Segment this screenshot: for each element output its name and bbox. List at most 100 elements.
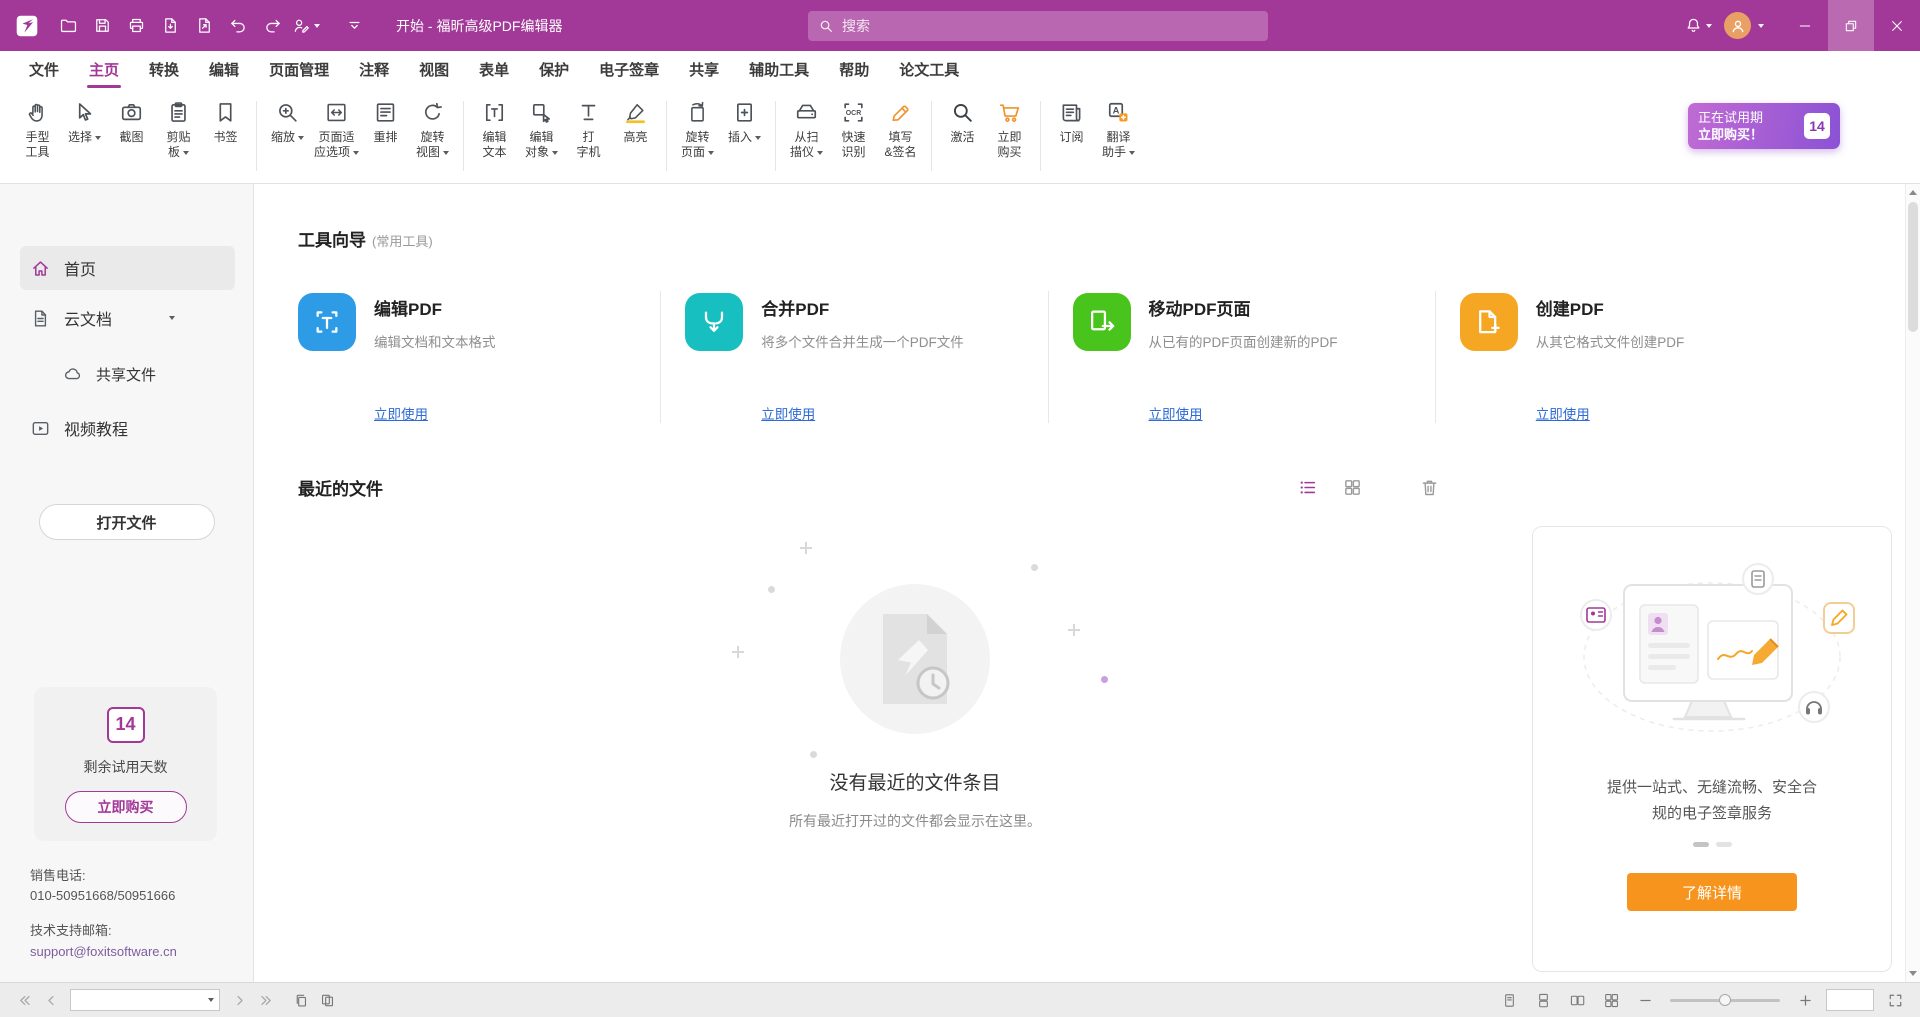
list-view-icon[interactable] — [1297, 477, 1318, 498]
fill-sign-button[interactable]: 填写 &签名 — [877, 95, 924, 183]
rotate-pages-button[interactable]: 旋转 页面 — [674, 95, 721, 183]
zoom-out-button[interactable] — [1632, 987, 1658, 1013]
menu-page-management[interactable]: 页面管理 — [254, 51, 344, 88]
carousel-dot[interactable] — [1716, 842, 1732, 847]
scrollbar-thumb[interactable] — [1908, 202, 1918, 332]
menu-protect[interactable]: 保护 — [524, 51, 584, 88]
tool-card-merge-pdf[interactable]: 合并PDF 将多个文件合并生成一个PDF文件 立即使用 — [660, 291, 1047, 423]
use-now-link[interactable]: 立即使用 — [1149, 373, 1338, 423]
menu-paper-tools[interactable]: 论文工具 — [884, 51, 974, 88]
import-document-button[interactable] — [154, 9, 186, 43]
buy-now-button[interactable]: 立即购买 — [65, 791, 187, 823]
zoom-in-button[interactable] — [1792, 987, 1818, 1013]
print-button[interactable] — [120, 9, 152, 43]
minimize-button[interactable] — [1782, 0, 1828, 51]
save-button[interactable] — [86, 9, 118, 43]
buy-now-ribbon-button[interactable]: 立即 购买 — [986, 95, 1033, 183]
use-now-link[interactable]: 立即使用 — [374, 373, 496, 423]
learn-more-button[interactable]: 了解详情 — [1627, 873, 1797, 911]
content-scrollbar[interactable] — [1905, 184, 1920, 982]
translate-assistant-button[interactable]: 翻译 助手 — [1095, 95, 1142, 183]
menu-home[interactable]: 主页 — [74, 51, 134, 88]
fullscreen-button[interactable] — [1882, 987, 1908, 1013]
menu-edit[interactable]: 编辑 — [194, 51, 254, 88]
from-scanner-button[interactable]: 从扫 描仪 — [783, 95, 830, 183]
menu-comment[interactable]: 注释 — [344, 51, 404, 88]
menu-file[interactable]: 文件 — [14, 51, 74, 88]
account-menu-chevron-icon[interactable] — [1758, 24, 1764, 28]
tool-card-move-pages[interactable]: 移动PDF页面 从已有的PDF页面创建新的PDF 立即使用 — [1048, 291, 1435, 423]
menu-view[interactable]: 视图 — [404, 51, 464, 88]
single-page-view-button[interactable] — [1496, 987, 1522, 1013]
esign-quick-button[interactable] — [290, 9, 322, 43]
hand-tool-button[interactable]: 手型 工具 — [14, 95, 61, 183]
bookmark-button[interactable]: 书签 — [202, 95, 249, 183]
highlight-button[interactable]: 高亮 — [612, 95, 659, 183]
page-number-input[interactable] — [70, 989, 220, 1011]
search-box[interactable] — [808, 11, 1268, 41]
zoom-slider[interactable] — [1670, 999, 1780, 1002]
use-now-link[interactable]: 立即使用 — [1536, 373, 1685, 423]
sidebar-item-cloud-docs[interactable]: 云文档 — [20, 296, 235, 340]
clear-recent-trash-icon[interactable] — [1419, 477, 1440, 498]
redo-button[interactable] — [256, 9, 288, 43]
menu-share[interactable]: 共享 — [674, 51, 734, 88]
last-page-button[interactable] — [252, 987, 278, 1013]
select-button[interactable]: 选择 — [61, 95, 108, 183]
next-page-button[interactable] — [226, 987, 252, 1013]
sidebar-item-video-tutorials[interactable]: 视频教程 — [20, 406, 235, 450]
open-file-quick-button[interactable] — [52, 9, 84, 43]
sidebar-item-shared-files[interactable]: 共享文件 — [20, 354, 235, 394]
chevron-down-icon[interactable] — [169, 316, 175, 320]
menu-help[interactable]: 帮助 — [824, 51, 884, 88]
subscribe-button[interactable]: 订阅 — [1048, 95, 1095, 183]
facing-view-button[interactable] — [1564, 987, 1590, 1013]
page-dropdown-chevron-icon[interactable] — [208, 998, 214, 1002]
support-email-address[interactable]: support@foxitsoftware.cn — [30, 943, 253, 962]
notifications-button[interactable] — [1682, 9, 1714, 43]
search-input[interactable] — [842, 18, 1258, 34]
fit-page-options-button[interactable]: 页面适 应选项 — [311, 95, 362, 183]
typewriter-button[interactable]: 打 字机 — [565, 95, 612, 183]
clipboard-button[interactable]: 剪贴 板 — [155, 95, 202, 183]
user-avatar[interactable] — [1724, 12, 1751, 39]
tool-card-create-pdf[interactable]: 创建PDF 从其它格式文件创建PDF 立即使用 — [1435, 291, 1822, 423]
open-file-button[interactable]: 打开文件 — [39, 504, 215, 540]
trial-buy-badge[interactable]: 正在试用期 立即购买！ 14 — [1688, 103, 1840, 149]
grid-view-icon[interactable] — [1342, 477, 1363, 498]
insert-pages-button[interactable]: 插入 — [721, 95, 768, 183]
export-document-button[interactable] — [188, 9, 220, 43]
tool-card-edit-pdf[interactable]: 编辑PDF 编辑文档和文本格式 立即使用 — [298, 291, 660, 423]
restore-window-button[interactable] — [1828, 0, 1874, 51]
snapshot-button[interactable]: 截图 — [108, 95, 155, 183]
sidebar-item-home[interactable]: 首页 — [20, 246, 235, 290]
rotate-view-button[interactable]: 旋转 视图 — [409, 95, 456, 183]
previous-page-button[interactable] — [38, 987, 64, 1013]
undo-button[interactable] — [222, 9, 254, 43]
carousel-dot-active[interactable] — [1693, 842, 1709, 847]
cloud-docs-icon — [30, 308, 51, 329]
previous-view-button[interactable] — [288, 987, 314, 1013]
first-page-button[interactable] — [12, 987, 38, 1013]
scroll-down-arrow-icon[interactable] — [1906, 966, 1920, 981]
next-view-button[interactable] — [314, 987, 340, 1013]
zoom-button[interactable]: 缩放 — [264, 95, 311, 183]
menu-form[interactable]: 表单 — [464, 51, 524, 88]
menu-esign[interactable]: 电子签章 — [584, 51, 674, 88]
menu-convert[interactable]: 转换 — [134, 51, 194, 88]
continuous-view-button[interactable] — [1530, 987, 1556, 1013]
use-now-link[interactable]: 立即使用 — [761, 373, 964, 423]
zoom-slider-thumb[interactable] — [1719, 994, 1731, 1006]
reflow-button[interactable]: 重排 — [362, 95, 409, 183]
facing-continuous-view-button[interactable] — [1598, 987, 1624, 1013]
menu-accessibility[interactable]: 辅助工具 — [734, 51, 824, 88]
edit-pdf-icon — [298, 293, 356, 351]
close-window-button[interactable] — [1874, 0, 1920, 51]
zoom-value-input[interactable] — [1826, 989, 1874, 1011]
edit-object-button[interactable]: 编辑 对象 — [518, 95, 565, 183]
activate-button[interactable]: 激活 — [939, 95, 986, 183]
scroll-up-arrow-icon[interactable] — [1906, 185, 1920, 200]
quick-ocr-button[interactable]: 快速 识别 — [830, 95, 877, 183]
edit-text-button[interactable]: 编辑 文本 — [471, 95, 518, 183]
customize-toolbar-button[interactable] — [338, 9, 370, 43]
